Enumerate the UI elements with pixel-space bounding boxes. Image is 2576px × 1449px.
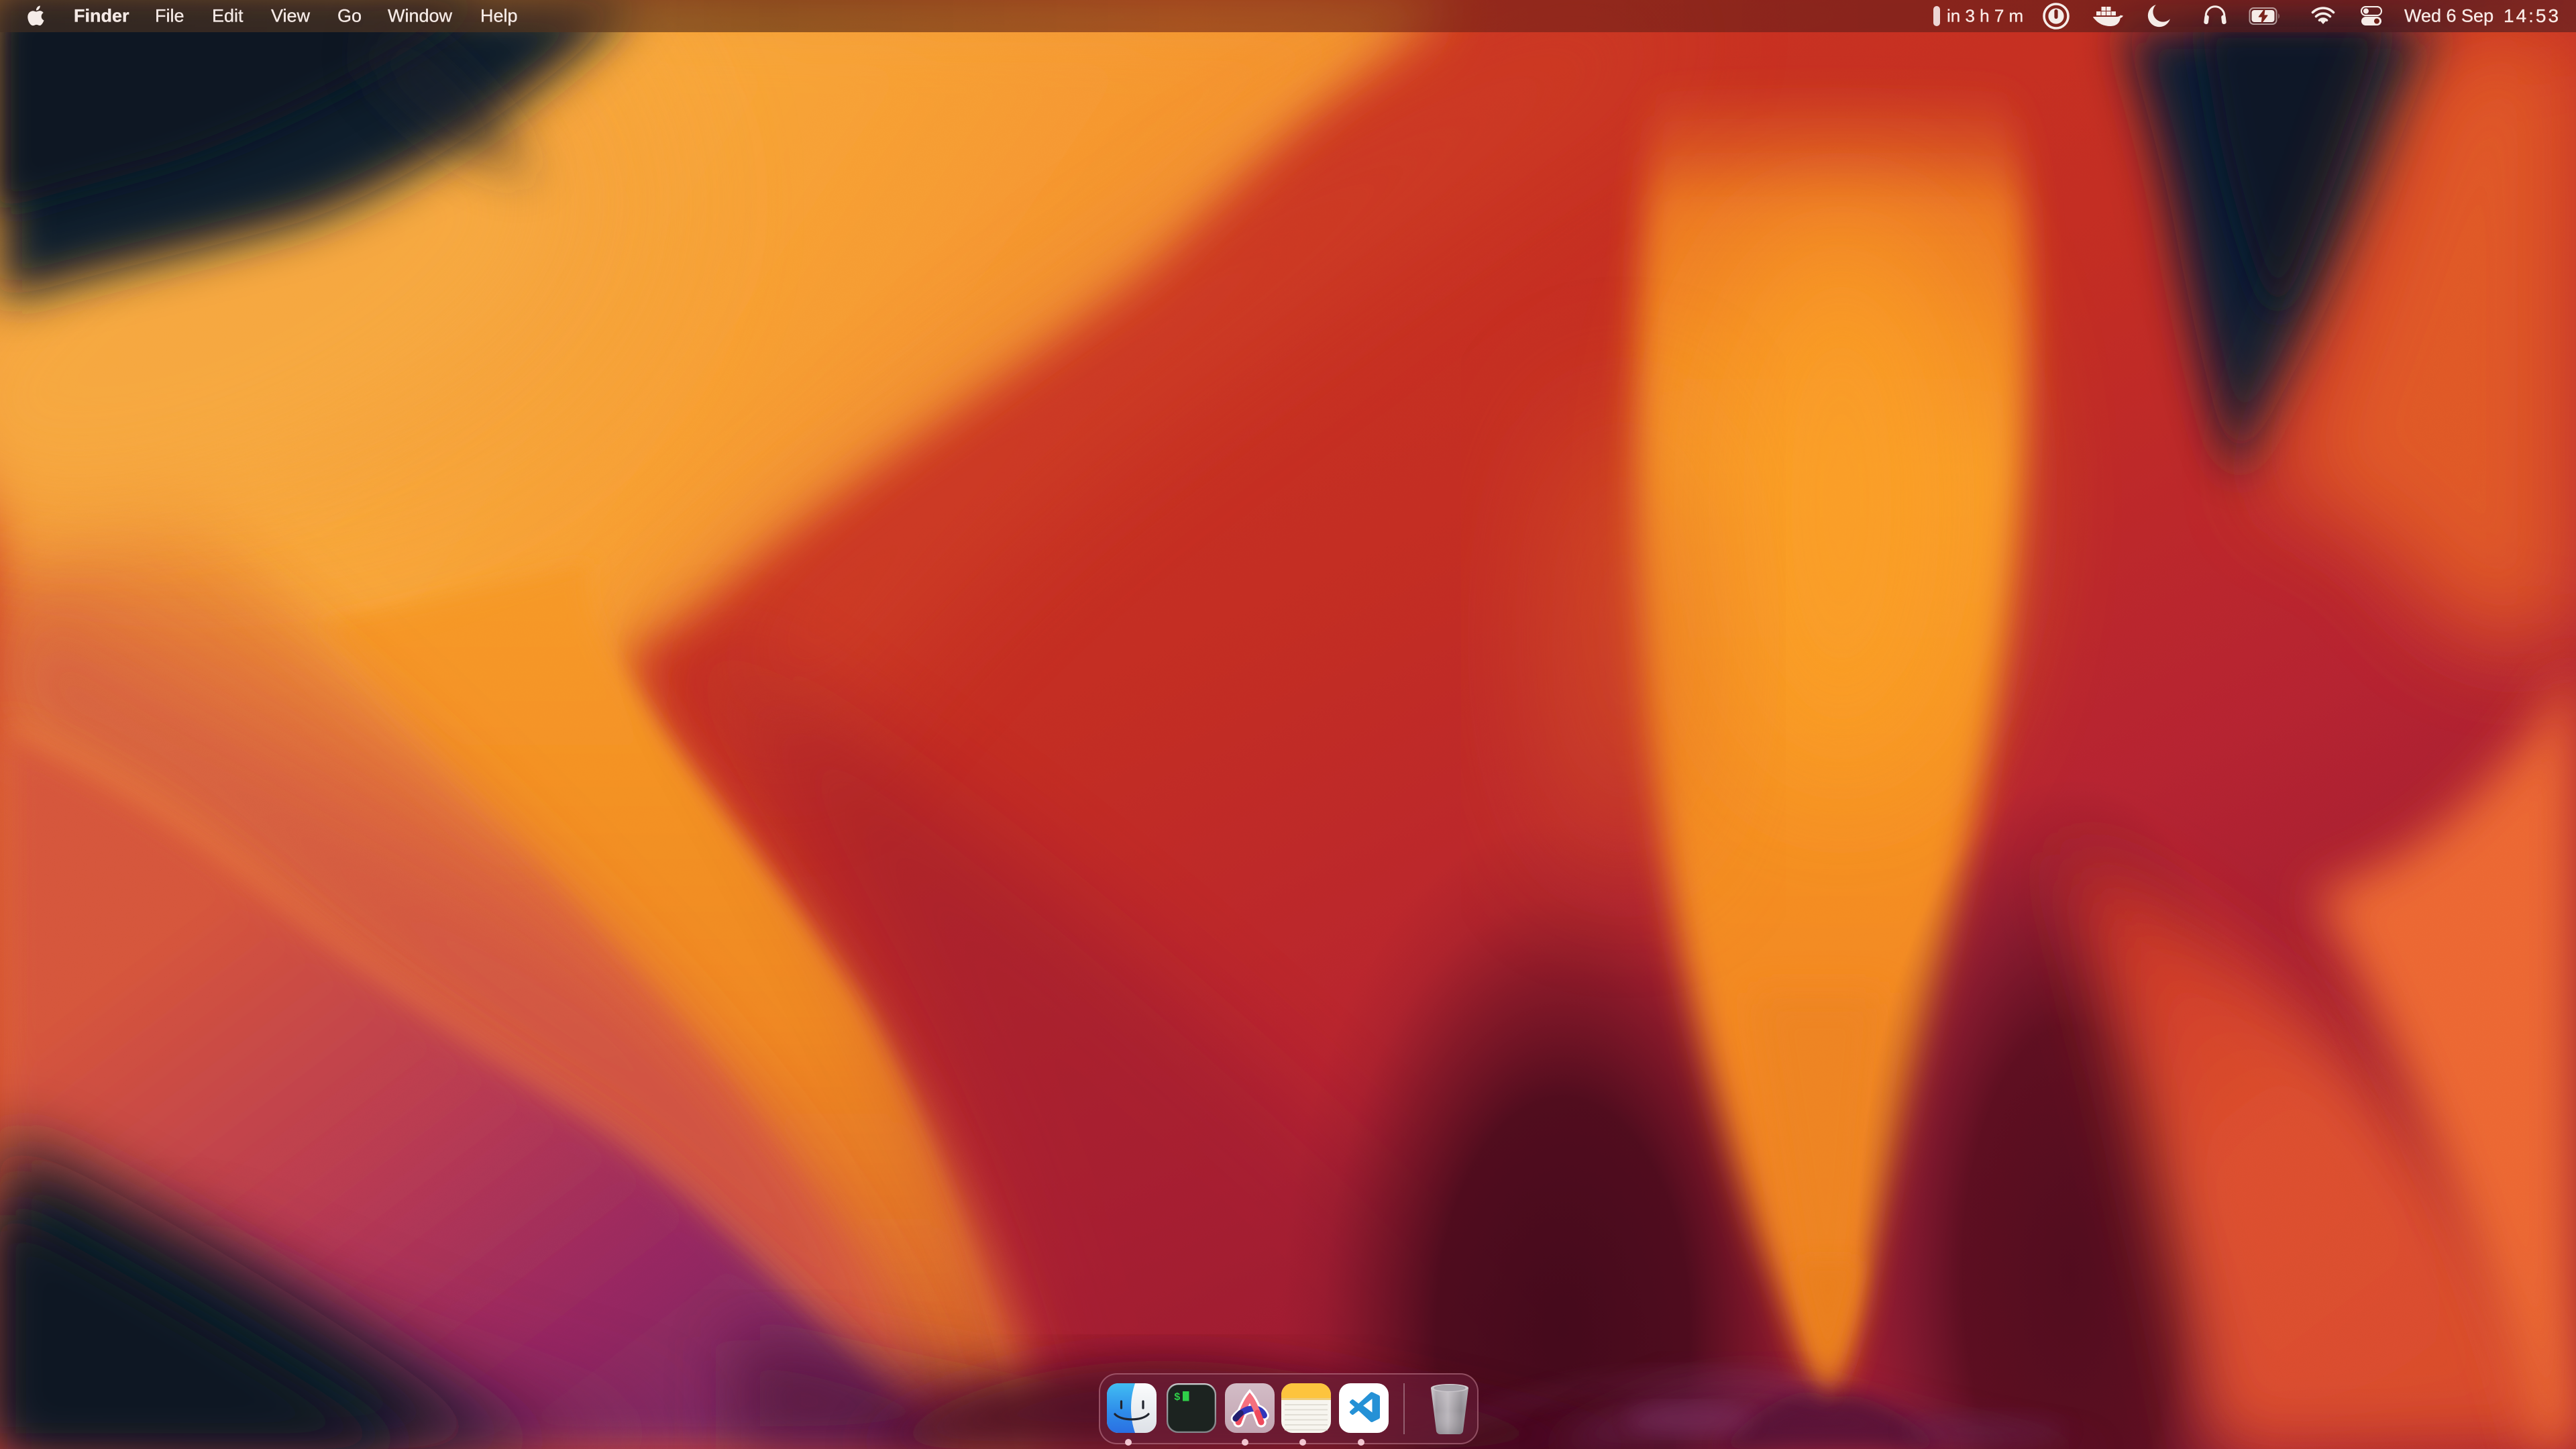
svg-text:$: $ (1174, 1391, 1181, 1403)
